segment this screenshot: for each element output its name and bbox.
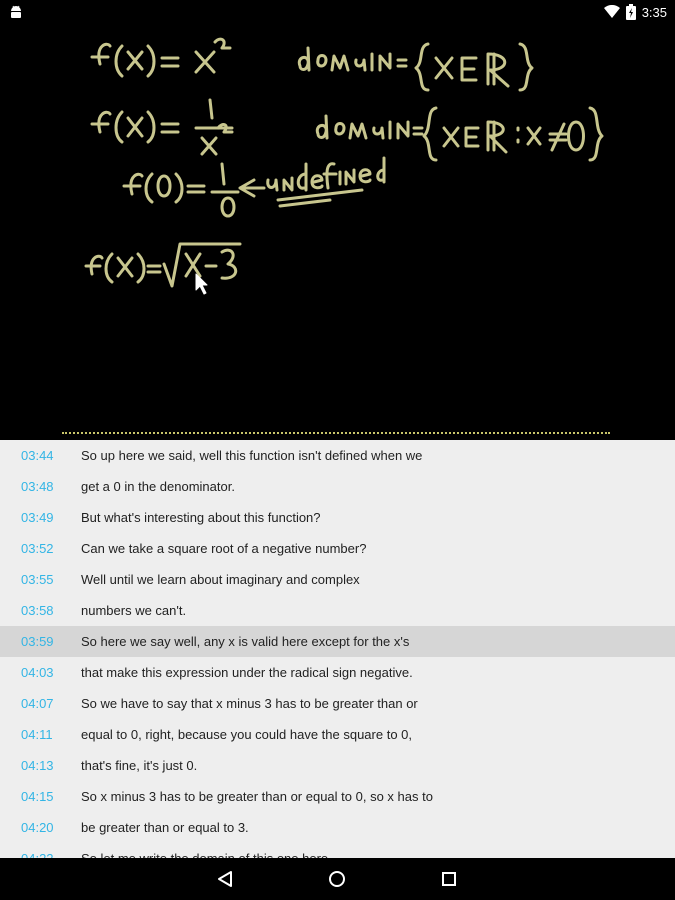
transcript-row[interactable]: 03:49 But what's interesting about this f… (0, 502, 675, 533)
transcript-timestamp[interactable]: 04:07 (21, 696, 54, 711)
transcript-list[interactable]: 03:44 So up here we said, well this funct… (0, 440, 675, 858)
transcript-timestamp[interactable]: 04:20 (21, 820, 54, 835)
recents-icon (442, 872, 456, 886)
transcript-row[interactable]: 03:58 numbers we can't. (0, 595, 675, 626)
transcript-row[interactable]: 04:13 that's fine, it's just 0. (0, 750, 675, 781)
transcript-timestamp[interactable]: 04:22 (21, 851, 54, 858)
chalkboard-drawing (84, 37, 604, 295)
transcript-text: So up here we said, well this function i… (81, 448, 423, 463)
status-bar: 3:35 (0, 0, 675, 24)
transcript-timestamp[interactable]: 03:44 (21, 448, 54, 463)
transcript-text: Can we take a square root of a negative … (81, 541, 367, 556)
progress-indicator[interactable] (62, 432, 610, 434)
transcript-text: equal to 0, right, because you could hav… (81, 727, 413, 742)
clock: 3:35 (641, 4, 667, 20)
transcript-timestamp[interactable]: 03:59 (21, 634, 54, 649)
transcript-timestamp[interactable]: 04:15 (21, 789, 54, 804)
transcript-row[interactable]: 04:07 So we have to say that x minus 3 ha… (0, 688, 675, 719)
transcript-row[interactable]: 04:03 that make this expression under the… (0, 657, 675, 688)
transcript-row[interactable]: 03:52 Can we take a square root of a nega… (0, 533, 675, 564)
transcript-timestamp[interactable]: 03:49 (21, 510, 54, 525)
transcript-text: get a 0 in the denominator. (81, 479, 235, 494)
transcript-timestamp[interactable]: 04:13 (21, 758, 54, 773)
battery-icon (625, 4, 636, 20)
android-notification-icon (11, 5, 21, 18)
transcript-text: be greater than or equal to 3. (81, 820, 249, 835)
transcript-timestamp[interactable]: 03:52 (21, 541, 54, 556)
home-button[interactable] (324, 866, 350, 892)
transcript-row[interactable]: 03:48 get a 0 in the denominator. (0, 471, 675, 502)
transcript-row[interactable]: 03:59 So here we say well, any x is valid… (0, 626, 675, 657)
transcript-text: So let me write the domain of this one h… (81, 851, 332, 858)
transcript-text: that's fine, it's just 0. (81, 758, 198, 773)
transcript-row[interactable]: 04:15 So x minus 3 has to be greater than… (0, 781, 675, 812)
transcript-row[interactable]: 04:11 equal to 0, right, because you coul… (0, 719, 675, 750)
transcript-text: So we have to say that x minus 3 has to … (81, 696, 418, 711)
video-player[interactable] (0, 24, 675, 440)
transcript-text: that make this expression under the radi… (81, 665, 413, 680)
transcript-row[interactable]: 03:44 So up here we said, well this funct… (0, 440, 675, 471)
recents-button[interactable] (436, 866, 462, 892)
home-icon (329, 871, 345, 887)
transcript-text: So here we say well, any x is valid here… (81, 634, 410, 649)
transcript-timestamp[interactable]: 04:11 (21, 727, 53, 742)
navigation-bar (0, 858, 675, 900)
wifi-icon (603, 5, 620, 18)
transcript-text: So x minus 3 has to be greater than or e… (81, 789, 433, 804)
back-button[interactable] (212, 866, 238, 892)
transcript-timestamp[interactable]: 04:03 (21, 665, 54, 680)
back-icon (218, 871, 232, 887)
transcript-text: But what's interesting about this functi… (81, 510, 321, 525)
transcript-row[interactable]: 03:55 Well until we learn about imaginary… (0, 564, 675, 595)
transcript-text: Well until we learn about imaginary and … (81, 572, 360, 587)
transcript-timestamp[interactable]: 03:58 (21, 603, 54, 618)
transcript-text: numbers we can't. (81, 603, 187, 618)
transcript-timestamp[interactable]: 03:48 (21, 479, 54, 494)
transcript-row[interactable]: 04:20 be greater than or equal to 3. (0, 812, 675, 843)
transcript-timestamp[interactable]: 03:55 (21, 572, 54, 587)
transcript-row[interactable]: 04:22 So let me write the domain of this … (0, 843, 675, 858)
